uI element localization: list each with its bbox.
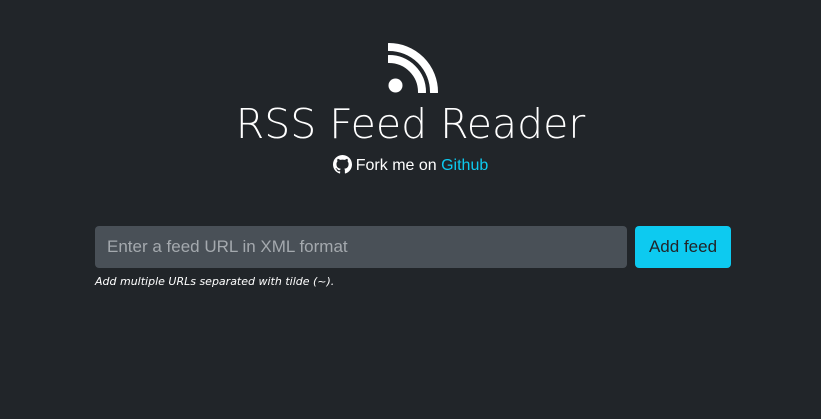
rss-icon (388, 43, 438, 93)
page-title: RSS Feed Reader (235, 100, 586, 148)
feed-form: Add feed (95, 226, 731, 268)
add-feed-button[interactable]: Add feed (635, 226, 731, 268)
page: RSS Feed Reader Fork me on Github Add fe… (0, 0, 821, 419)
fork-text: Fork me on (355, 157, 442, 174)
fork-line: Fork me on Github (0, 154, 821, 178)
input-hint: Add multiple URLs separated with tilde (… (95, 275, 335, 288)
feed-url-input[interactable] (95, 226, 627, 268)
github-icon[interactable] (332, 155, 352, 174)
github-link[interactable]: Github (441, 157, 488, 174)
